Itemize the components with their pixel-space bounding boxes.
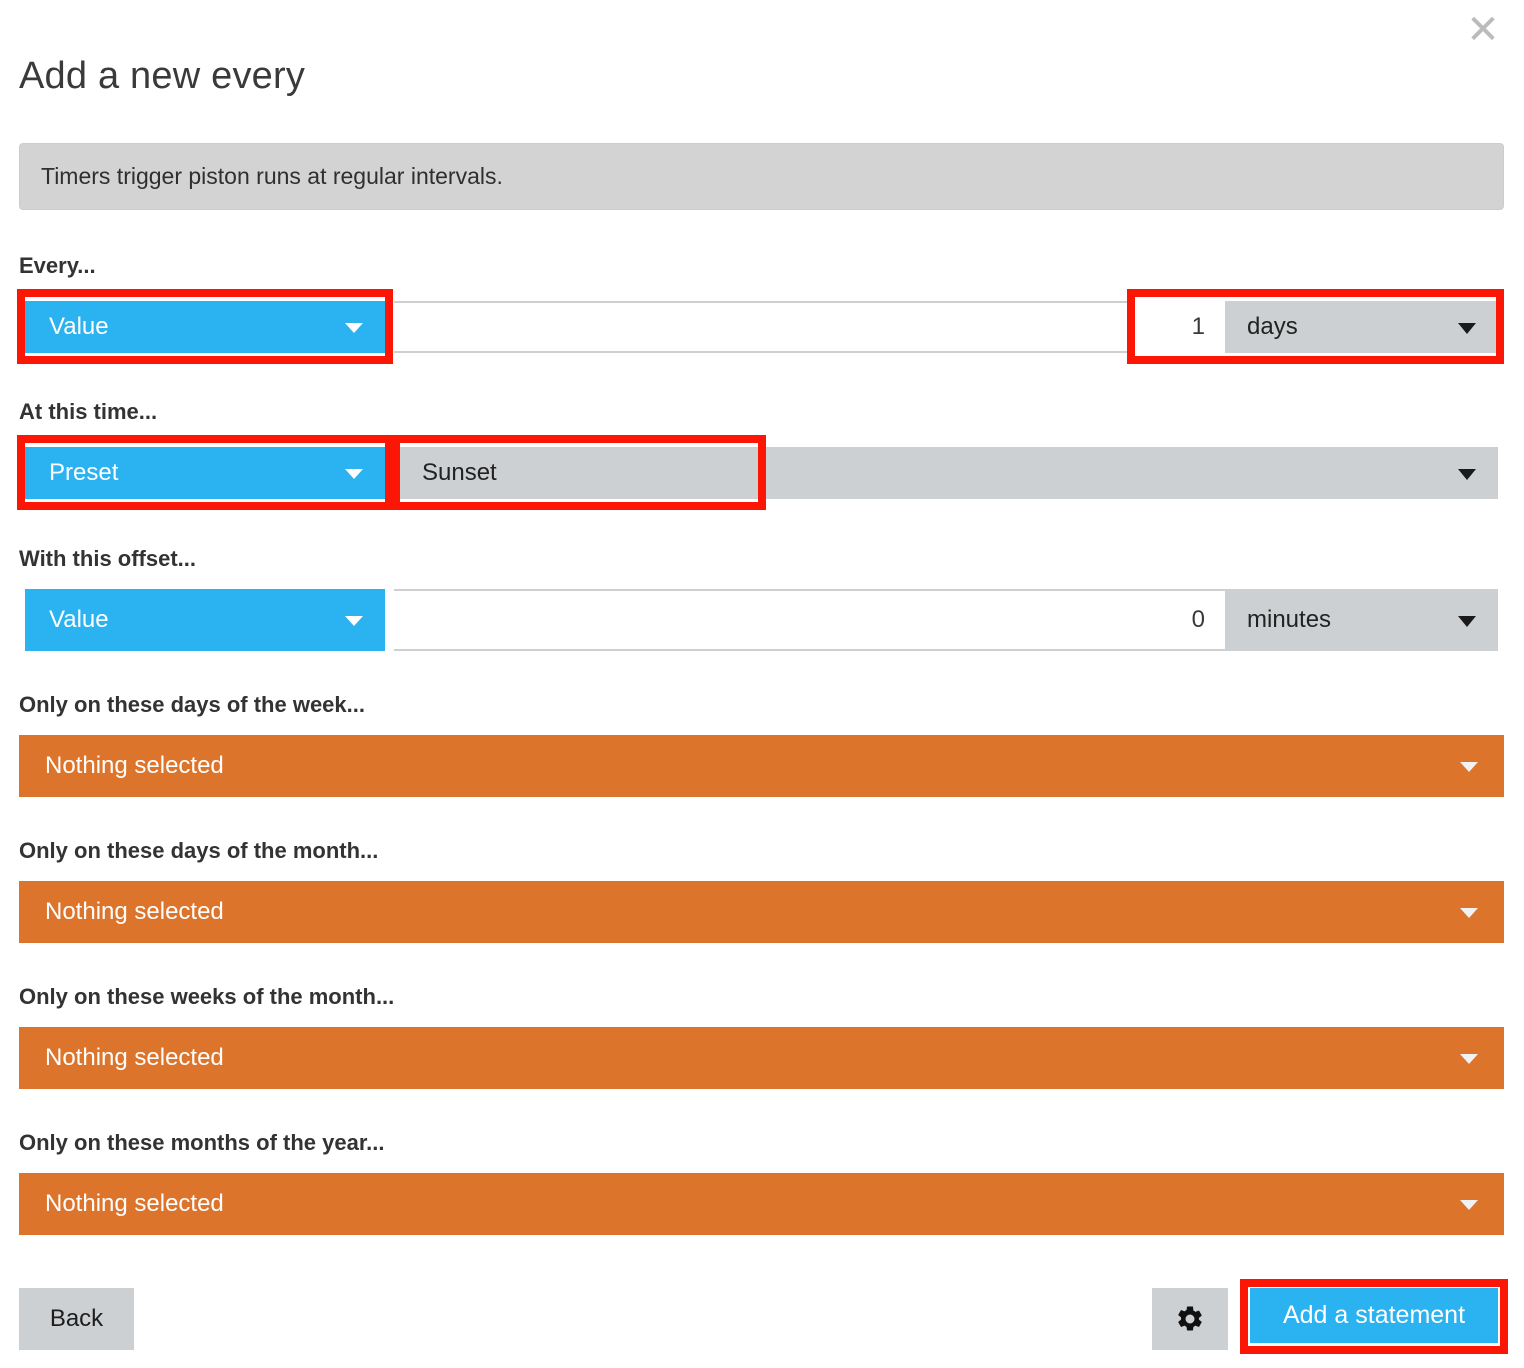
- time-preset-select[interactable]: Sunset: [400, 447, 765, 499]
- every-type-select[interactable]: Value: [25, 301, 385, 353]
- months-of-year-value: Nothing selected: [45, 1190, 224, 1217]
- close-icon[interactable]: ✕: [1460, 8, 1506, 54]
- offset-type-select[interactable]: Value: [25, 589, 385, 651]
- chevron-down-icon: [1460, 1200, 1478, 1210]
- offset-unit-label: minutes: [1247, 606, 1332, 633]
- offset-type-label: Value: [49, 606, 109, 633]
- chevron-down-icon: [345, 616, 363, 626]
- chevron-down-icon: [1460, 762, 1478, 772]
- chevron-down-icon: [1458, 616, 1476, 627]
- days-of-month-select[interactable]: Nothing selected: [19, 881, 1504, 943]
- every-row: Value 1 days: [19, 296, 1504, 358]
- offset-unit-select[interactable]: minutes: [1225, 589, 1498, 651]
- label-offset: With this offset...: [19, 546, 197, 571]
- info-banner: Timers trigger piston runs at regular in…: [19, 143, 1504, 210]
- label-days-of-week: Only on these days of the week...: [19, 692, 365, 717]
- at-this-time-row: Preset Sunset: [19, 442, 1504, 504]
- offset-value-input[interactable]: 0: [1130, 589, 1225, 651]
- label-at-this-time: At this time...: [19, 399, 158, 424]
- label-weeks-of-month: Only on these weeks of the month...: [19, 984, 395, 1009]
- months-of-year-select[interactable]: Nothing selected: [19, 1173, 1504, 1235]
- every-unit-label: days: [1247, 313, 1298, 340]
- days-of-week-value: Nothing selected: [45, 752, 224, 779]
- every-interval-input[interactable]: 1: [1130, 301, 1225, 353]
- offset-expression-input[interactable]: [394, 589, 1146, 651]
- label-days-of-month: Only on these days of the month...: [19, 838, 379, 863]
- every-type-label: Value: [49, 313, 109, 340]
- time-type-label: Preset: [49, 459, 119, 486]
- label-months-of-year: Only on these months of the year...: [19, 1130, 385, 1155]
- back-button[interactable]: Back: [19, 1288, 134, 1350]
- time-detail-select[interactable]: [765, 447, 1498, 499]
- days-of-month-value: Nothing selected: [45, 898, 224, 925]
- chevron-down-icon: [1458, 469, 1476, 480]
- time-preset-label: Sunset: [422, 459, 497, 486]
- chevron-down-icon: [345, 323, 363, 333]
- add-statement-button[interactable]: Add a statement: [1250, 1288, 1498, 1343]
- every-expression-input[interactable]: [394, 301, 1146, 353]
- chevron-down-icon: [1460, 908, 1478, 918]
- days-of-week-select[interactable]: Nothing selected: [19, 735, 1504, 797]
- chevron-down-icon: [345, 469, 363, 479]
- label-every: Every...: [19, 253, 96, 278]
- every-unit-select[interactable]: days: [1225, 301, 1498, 353]
- weeks-of-month-value: Nothing selected: [45, 1044, 224, 1071]
- offset-row: Value 0 minutes: [19, 589, 1504, 651]
- chevron-down-icon: [1460, 1054, 1478, 1064]
- time-type-select[interactable]: Preset: [25, 447, 385, 499]
- gear-icon: [1178, 1306, 1202, 1331]
- chevron-down-icon: [1458, 323, 1476, 334]
- page-title: Add a new every: [19, 55, 306, 97]
- add-new-every-dialog: ✕ Add a new every Timers trigger piston …: [0, 0, 1524, 1368]
- weeks-of-month-select[interactable]: Nothing selected: [19, 1027, 1504, 1089]
- settings-button[interactable]: [1152, 1288, 1228, 1350]
